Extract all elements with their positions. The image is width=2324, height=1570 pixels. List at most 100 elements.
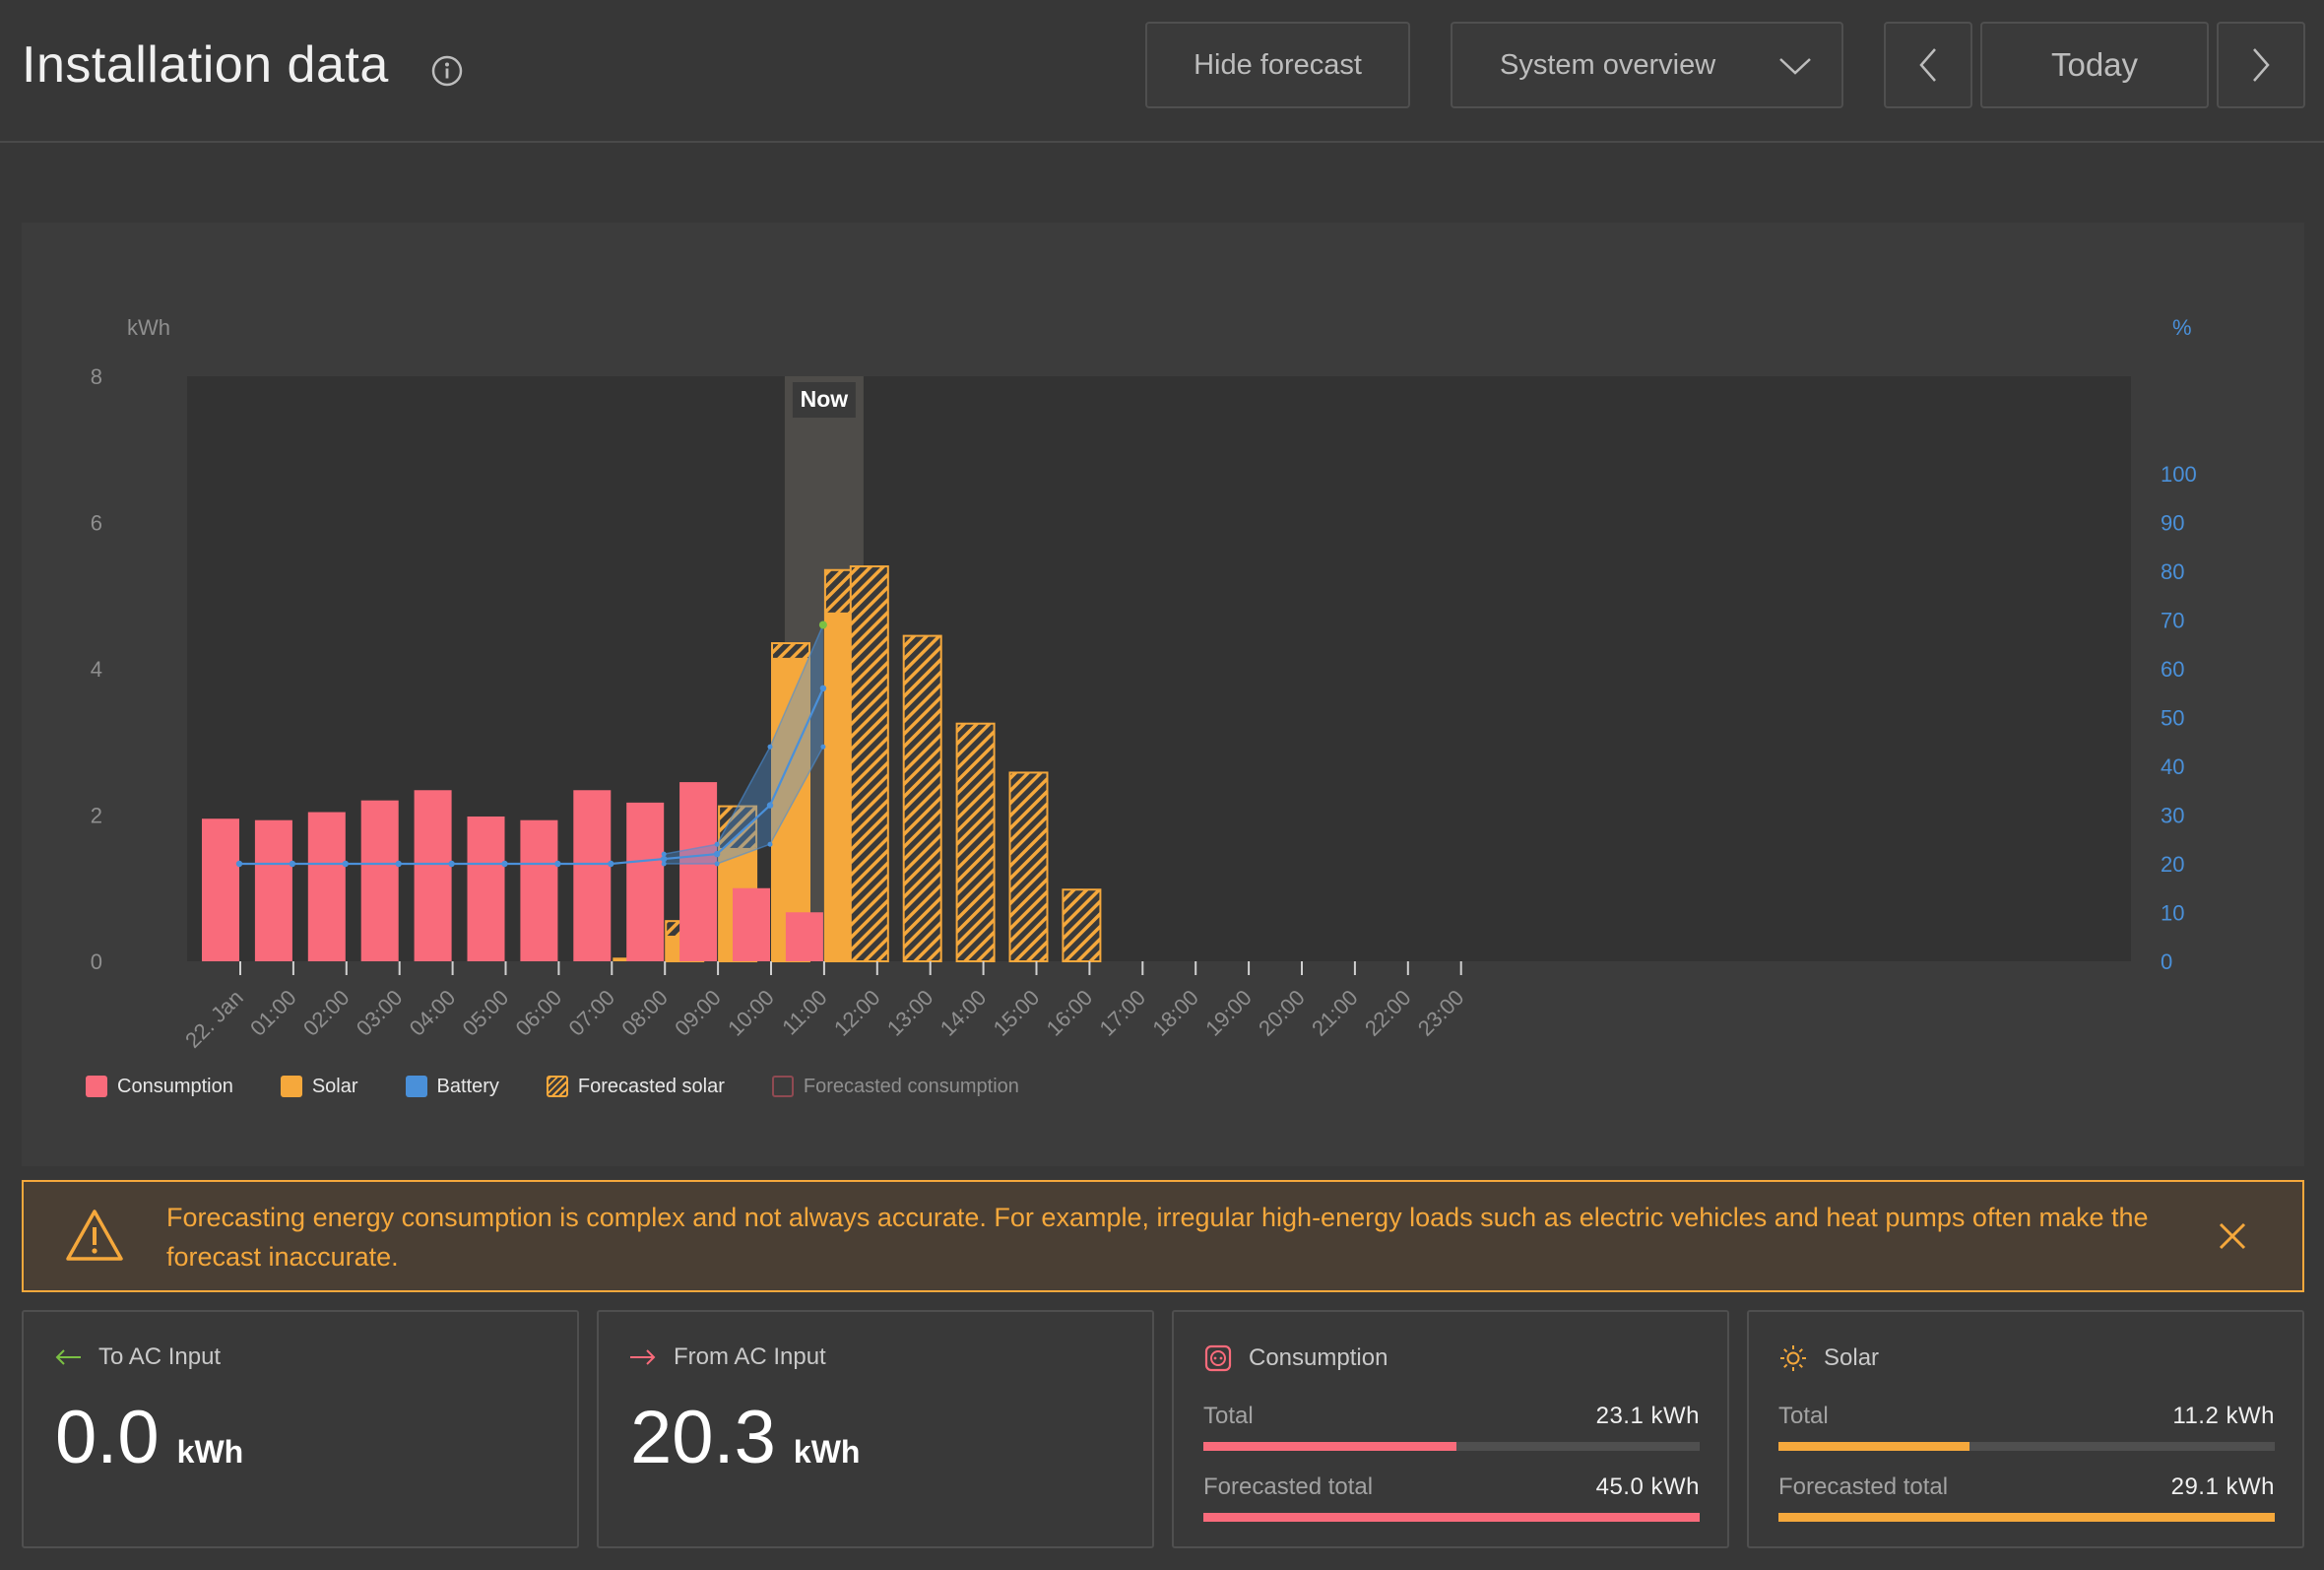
x-tick-label: 16:00 — [1042, 985, 1098, 1041]
legend-forecasted-consumption[interactable]: Forecasted consumption — [771, 1075, 1019, 1098]
consumption-bar — [467, 816, 505, 961]
solar-total-value: 11.2 kWh — [2172, 1403, 2275, 1429]
previous-day-button[interactable] — [1884, 22, 1972, 108]
battery-swatch — [405, 1076, 427, 1097]
next-day-button[interactable] — [2217, 22, 2305, 108]
y2-tick-label: 60 — [2161, 657, 2184, 682]
view-select-value: System overview — [1500, 48, 1716, 81]
chevron-right-icon — [2253, 48, 2270, 82]
y2-tick-label: 70 — [2161, 609, 2184, 633]
x-tick-label: 10:00 — [723, 985, 779, 1041]
to-ac-input-title: To AC Input — [98, 1343, 222, 1370]
today-button[interactable]: Today — [1980, 22, 2209, 108]
energy-chart[interactable]: Now 02468010203040506070809010022. Jan01… — [22, 223, 2304, 1166]
x-tick-label: 05:00 — [458, 985, 514, 1041]
battery-lower-point — [661, 861, 667, 867]
chevron-left-icon — [1919, 48, 1936, 82]
x-tick-label: 13:00 — [882, 985, 938, 1041]
x-tick-label: 08:00 — [616, 985, 673, 1041]
battery-point — [235, 860, 243, 868]
forecasted-solar-bar — [849, 565, 889, 962]
sun-icon — [1780, 1345, 1806, 1371]
y2-tick-label: 90 — [2161, 511, 2184, 536]
legend-battery[interactable]: Battery — [405, 1075, 499, 1098]
today-label: Today — [2050, 46, 2139, 83]
battery-upper-point — [714, 841, 720, 847]
x-tick-label: 20:00 — [1254, 985, 1310, 1041]
solar-swatch — [280, 1076, 302, 1097]
from-ac-input-card: From AC Input 20.3 kWh — [597, 1310, 1154, 1548]
legend-consumption[interactable]: Consumption — [86, 1076, 233, 1098]
y-tick-label: 8 — [91, 364, 102, 389]
from-ac-input-title: From AC Input — [674, 1343, 826, 1370]
legend-battery-label: Battery — [436, 1075, 499, 1097]
solar-total-row: Total 11.2 kWh — [1778, 1403, 2275, 1430]
y2-tick-label: 0 — [2161, 949, 2172, 974]
battery-point — [608, 860, 614, 868]
consumption-forecast-bar-fill — [1203, 1513, 1700, 1522]
forecast-warning-banner: Forecasting energy consumption is comple… — [22, 1180, 2304, 1292]
from-ac-input-unit: kWh — [793, 1434, 861, 1470]
to-ac-input-value: 0.0 kWh — [55, 1395, 243, 1480]
forecasted-solar-swatch — [546, 1076, 568, 1097]
forecasted-solar-bar — [902, 634, 942, 962]
battery-point — [766, 802, 774, 809]
to-ac-input-header: To AC Input — [53, 1343, 221, 1371]
to-ac-input-unit: kWh — [176, 1434, 244, 1470]
consumption-bar — [520, 819, 558, 961]
from-ac-input-number: 20.3 — [630, 1396, 776, 1479]
consumption-swatch — [86, 1076, 107, 1097]
consumption-forecast-label: Forecasted total — [1203, 1473, 1374, 1500]
view-select-dropdown[interactable]: System overview — [1451, 22, 1843, 108]
legend-forecasted-solar[interactable]: Forecasted solar — [546, 1075, 725, 1098]
battery-lower-point — [820, 744, 826, 750]
consumption-total-row: Total 23.1 kWh — [1203, 1403, 1700, 1430]
chart-panel: Now 0 2 4 6 8 0 10 20 30 40 50 60 70 80 90 100 22. Jan 01… — [22, 223, 2304, 1166]
x-tick-label: 21:00 — [1307, 985, 1363, 1041]
legend-consumption-label: Consumption — [117, 1075, 233, 1097]
close-icon[interactable] — [2218, 1221, 2247, 1251]
legend-forecasted-solar-label: Forecasted solar — [577, 1075, 725, 1097]
consumption-bar — [254, 819, 292, 961]
y-axis-right-unit: % — [2172, 315, 2192, 340]
battery-point — [819, 685, 827, 691]
battery-point — [713, 850, 721, 858]
socket-icon — [1204, 1344, 1232, 1372]
battery-point — [448, 860, 455, 868]
y2-tick-label: 50 — [2161, 706, 2184, 731]
battery-point — [342, 860, 349, 868]
y2-tick-label: 20 — [2161, 852, 2184, 877]
consumption-total-label: Total — [1203, 1403, 1254, 1429]
y-tick-label: 0 — [91, 949, 102, 974]
consumption-forecast-row: Forecasted total 45.0 kWh — [1203, 1473, 1700, 1501]
x-tick-label: 22:00 — [1360, 985, 1416, 1041]
x-tick-label: 12:00 — [829, 985, 885, 1041]
info-icon[interactable] — [430, 54, 464, 88]
page-header: Installation data Hide forecast System o… — [0, 0, 2324, 143]
consumption-total-bar — [1203, 1442, 1700, 1451]
x-tick-label: 18:00 — [1147, 985, 1203, 1041]
arrow-right-icon — [630, 1349, 656, 1365]
x-tick-label: 02:00 — [298, 985, 355, 1041]
y2-tick-label: 100 — [2161, 462, 2197, 487]
arrow-left-icon — [55, 1349, 81, 1365]
x-tick-label: 01:00 — [245, 985, 301, 1041]
x-tick-label: 19:00 — [1200, 985, 1257, 1041]
now-label: Now — [801, 386, 849, 412]
to-ac-input-number: 0.0 — [55, 1396, 160, 1479]
solar-forecast-label: Forecasted total — [1778, 1473, 1949, 1500]
y2-tick-label: 40 — [2161, 754, 2184, 779]
consumption-bar — [414, 790, 452, 961]
legend-solar-label: Solar — [311, 1075, 358, 1097]
hide-forecast-button[interactable]: Hide forecast — [1145, 22, 1410, 108]
x-tick-label: 03:00 — [352, 985, 408, 1041]
x-tick-label: 17:00 — [1094, 985, 1150, 1041]
legend-solar[interactable]: Solar — [280, 1075, 358, 1098]
forecasted-solar-bar — [1062, 888, 1102, 962]
solar-forecast-bar-fill — [1778, 1513, 2275, 1522]
legend-forecasted-consumption-label: Forecasted consumption — [803, 1075, 1019, 1097]
consumption-total-bar-fill — [1203, 1442, 1457, 1451]
x-tick-label: 06:00 — [511, 985, 567, 1041]
x-tick-label: 14:00 — [936, 985, 992, 1041]
solar-forecast-value: 29.1 kWh — [2170, 1473, 2275, 1500]
